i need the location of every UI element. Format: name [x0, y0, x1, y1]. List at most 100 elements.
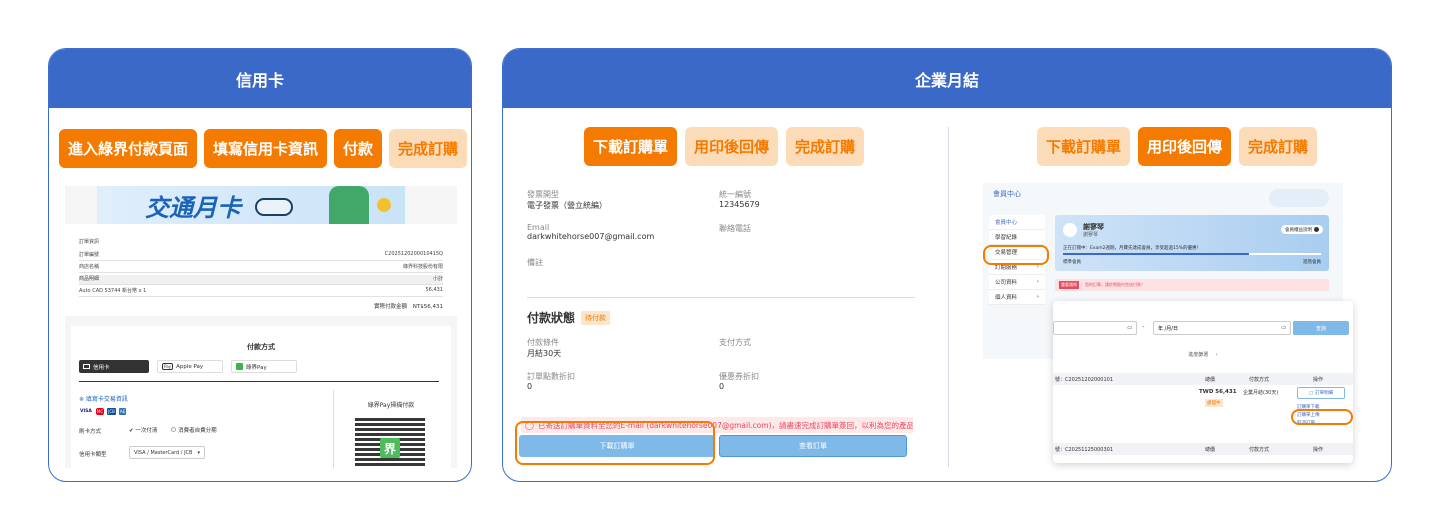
option-installment[interactable]: 消費者自費分期: [171, 426, 217, 434]
field-label: 支付方式: [719, 338, 751, 347]
field-label: 付款條件: [527, 338, 559, 347]
subscription-notice: 正在訂閱中：Exam2週期，月費先達成會員，享受超過15%的優惠！: [1063, 246, 1202, 251]
profile-card: 謝寥琴 謝寥琴 會員權益說明 正在訂閱中：Exam2週期，月費先達成會員，享受超…: [1055, 215, 1329, 271]
method-underline: [79, 381, 439, 382]
row-value: 綠界科技股份有限: [402, 264, 443, 270]
order-number: 號：C20251202000101: [1055, 377, 1114, 383]
action-order-detail[interactable]: ▢ 訂單明細: [1297, 387, 1345, 399]
date-sep: -: [1142, 323, 1145, 331]
method-credit-card[interactable]: 信用卡: [79, 360, 149, 373]
option-single[interactable]: ✔ 一次付清: [129, 426, 157, 434]
row-value: 56,431: [425, 287, 444, 293]
level-right: 進階會員: [1303, 260, 1321, 265]
field-label: 備註: [527, 258, 543, 267]
filter-label: 進度篩選: [1188, 352, 1209, 358]
menu-personal[interactable]: 個人資料 ›: [989, 290, 1045, 305]
banner-title: 交通月卡: [145, 194, 241, 222]
card-icon: [83, 364, 90, 369]
date-placeholder: 年 /月/日: [1158, 325, 1178, 332]
qr-code[interactable]: 界: [355, 416, 425, 468]
cloud-deco: [1269, 189, 1329, 207]
field-phone: 聯絡電話: [719, 223, 751, 234]
progress-bar: [1063, 253, 1321, 255]
order-list-screenshot: ▭ - 年 /月/日 ▭ 查詢 進度篩選 › 號：C20251202000101…: [1053, 301, 1353, 463]
field-payment-method: 支付方式: [719, 337, 751, 348]
date-input-end[interactable]: 年 /月/日 ▭: [1153, 321, 1291, 335]
total-line: 實際付款金額 NT$56,431: [374, 302, 443, 310]
row-value: 小計: [432, 276, 443, 282]
method-apple-pay[interactable]: Pay Apple Pay: [157, 360, 223, 373]
filter-row[interactable]: 進度篩選 ›: [1053, 351, 1353, 358]
member-benefits-button[interactable]: 會員權益說明: [1281, 225, 1323, 234]
info-icon: [1314, 227, 1319, 232]
row-label: Auto CAD 53744 新台幣 x 1: [79, 288, 147, 294]
menu-company[interactable]: 公司資料 ›: [989, 275, 1045, 290]
coin-icon: [377, 198, 391, 212]
card-type-select[interactable]: VISA / MasterCard / JCB ▾: [129, 446, 205, 459]
step-complete: 完成訂購: [1239, 127, 1318, 166]
col-header: 操作: [1313, 447, 1324, 453]
date-input-start[interactable]: ▭: [1053, 321, 1137, 335]
rider-illustration: [329, 186, 369, 224]
chevron-down-icon: ▾: [197, 449, 200, 456]
menu-label: 學習紀錄: [995, 235, 1018, 241]
menu-learning[interactable]: 學習紀錄: [989, 230, 1045, 245]
field-payment-terms: 付款條件 月結30天: [527, 337, 561, 359]
row-label: 商店名稱: [79, 264, 100, 270]
scooter-illustration: [255, 198, 293, 216]
step-complete: 完成訂購: [389, 129, 468, 168]
col-header: 總價: [1205, 377, 1216, 383]
avatar: [1063, 223, 1077, 237]
credit-card-panel-title: 信用卡: [49, 49, 471, 108]
installment-options: ✔ 一次付清 消費者自費分期: [129, 426, 217, 434]
field-label: 訂單點數折扣: [527, 372, 575, 381]
credit-card-panel: 信用卡 進入綠界付款頁面 填寫信用卡資訊 付款 完成訂購 交通月卡 訂單資訊 訂…: [48, 48, 472, 482]
alert-badge: 重要通知: [1059, 281, 1079, 289]
view-order-button[interactable]: 查看訂單: [719, 435, 907, 457]
method-label: 綠界Pay: [246, 364, 267, 371]
step-enter-payment: 進入綠界付款頁面: [59, 129, 198, 168]
order-row: 訂單資訊: [79, 238, 443, 247]
amount-badge: 處理中: [1205, 399, 1223, 407]
menu-label: 公司資料: [995, 280, 1018, 286]
field-label: Email: [527, 223, 550, 232]
method-label: 信用卡: [93, 364, 110, 371]
step-download-order: 下載訂購單: [584, 127, 678, 166]
field-tax-id: 統一編號 12345679: [719, 189, 760, 209]
select-value: VISA / MasterCard / JCB: [134, 449, 193, 456]
field-coupon-discount: 優惠券折扣 0: [719, 371, 759, 391]
payment-section: 付款方式 信用卡 Pay Apple Pay 綠界Pay ※ 填寫卡交易資訊 V…: [71, 326, 451, 468]
payment-methods: 信用卡 Pay Apple Pay 綠界Pay: [79, 360, 297, 373]
search-button[interactable]: 查詢: [1293, 321, 1349, 335]
enterprise-panel-title: 企業月結: [503, 49, 1391, 108]
total-label: 實際付款金額: [374, 304, 408, 310]
credit-steps: 進入綠界付款頁面 填寫信用卡資訊 付款 完成訂購: [59, 129, 468, 168]
amex-icon: AE: [118, 408, 127, 415]
user-sub: 謝寥琴: [1083, 232, 1099, 238]
chevron-right-icon: ›: [1215, 352, 1218, 358]
highlight-transactions: [983, 245, 1049, 265]
enterprise-panel: 企業月結 下載訂購單 用印後回傳 完成訂購 發票開型 電子發票（營立統編） 統一…: [502, 48, 1392, 482]
chevron-right-icon: ›: [1036, 279, 1039, 285]
step-fill-card: 填寫信用卡資訊: [204, 129, 328, 168]
panel-divider: [948, 127, 949, 467]
status-row: 付款狀態 待付款: [527, 309, 611, 326]
button-label: 會員權益說明: [1285, 227, 1312, 233]
ecpay-screenshot: 交通月卡 訂單資訊 訂單編號 C2025120200010415Q 商店名稱 綠界科…: [65, 186, 457, 468]
field-value: 0: [719, 382, 725, 391]
col-header: 操作: [1313, 377, 1324, 383]
order-row: Auto CAD 53744 新台幣 x 1 56,431: [79, 287, 443, 297]
row-label: 商品明細: [79, 276, 100, 282]
menu-member-center[interactable]: 會員中心: [989, 215, 1045, 230]
menu-label: 會員中心: [995, 220, 1018, 226]
visa-icon: VISA: [80, 409, 92, 414]
step-complete: 完成訂購: [786, 127, 865, 166]
option-label: 消費者自費分期: [178, 428, 217, 434]
field-email: Email darkwhitehorse007@gmail.com: [527, 223, 654, 241]
mastercard-icon: MC: [95, 408, 105, 415]
order-section: 訂單資訊 訂單編號 C2025120200010415Q 商店名稱 綠界科技股份有限…: [65, 224, 457, 316]
order-row: 商品明細 小計: [79, 275, 443, 285]
field-value: darkwhitehorse007@gmail.com: [527, 232, 655, 241]
qr-divider: [333, 390, 334, 468]
method-ecpay[interactable]: 綠界Pay: [231, 360, 297, 373]
